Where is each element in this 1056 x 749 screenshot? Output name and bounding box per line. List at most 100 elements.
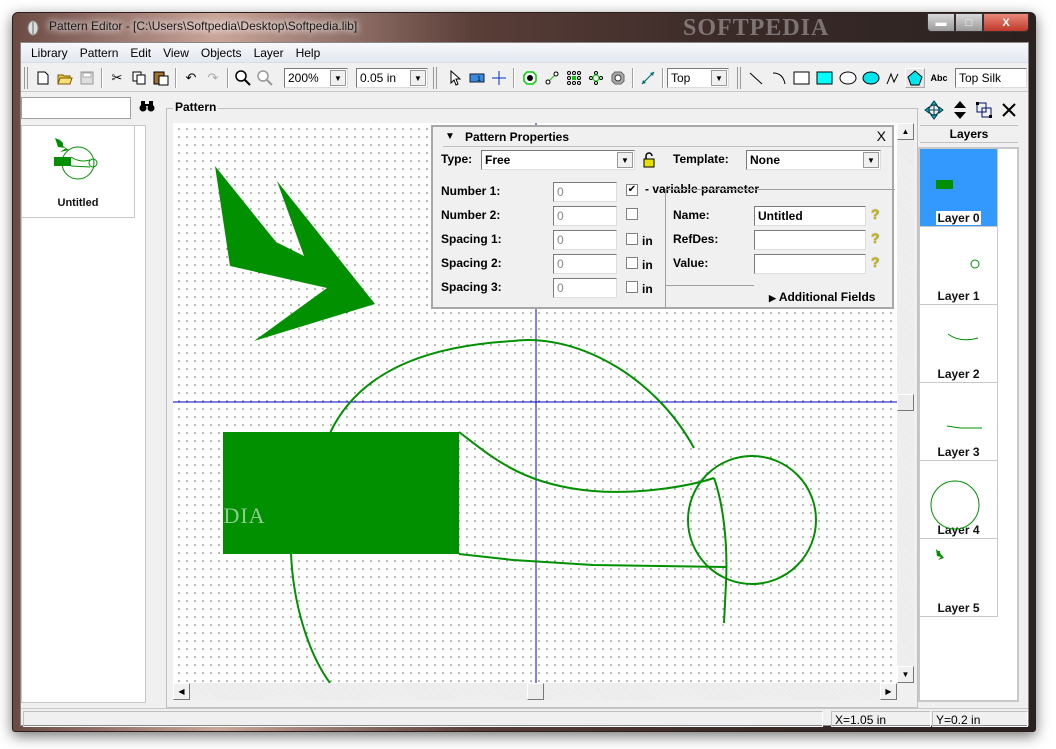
dimension-tool-button[interactable] [638,68,658,88]
big-arc[interactable] [329,339,695,449]
scroll-down-button[interactable]: ▼ [897,666,914,683]
template-select[interactable]: None ▼ [746,150,881,170]
pad-row-tool-button[interactable] [542,68,562,88]
chevron-down-icon[interactable]: ▼ [863,152,879,168]
pad-tool-button[interactable] [520,68,540,88]
name-input[interactable]: Untitled [754,206,866,226]
layer-item[interactable]: Layer 4 [920,461,998,539]
maximize-button[interactable]: □ [955,13,983,32]
move-icon[interactable] [924,100,945,120]
spacing3-checkbox[interactable] [626,281,638,293]
additional-fields-toggle[interactable]: ▶ Additional Fields [769,290,875,304]
spacing2-input[interactable]: 0 [553,254,617,274]
spacing1-checkbox[interactable] [626,233,638,245]
horizontal-scrollbar[interactable]: ◀ ▶ [173,683,897,700]
number2-checkbox[interactable] [626,208,638,220]
layer-item[interactable]: Layer 0 [920,149,998,227]
rect-tool-button[interactable] [792,68,812,88]
cut-button[interactable]: ✂ [107,68,127,88]
scroll-left-button[interactable]: ◀ [173,683,190,700]
redo-button[interactable]: ↷ [203,68,223,88]
close-button[interactable]: X [983,13,1029,32]
layer-item[interactable]: Layer 3 [920,383,998,461]
arc-tool-button[interactable] [769,68,789,88]
scroll-right-button[interactable]: ▶ [880,683,897,700]
group-icon[interactable] [975,101,993,119]
upper-curve[interactable] [458,431,715,493]
menu-edit[interactable]: Edit [124,46,157,60]
filled-rectangle[interactable] [223,432,459,554]
copy-button[interactable] [129,68,149,88]
toolbar-grip[interactable] [737,67,741,89]
side-arc[interactable] [713,477,728,624]
filled-ellipse-tool-button[interactable] [861,68,881,88]
number2-input[interactable]: 0 [553,206,617,226]
menu-view[interactable]: View [157,46,195,60]
side-select[interactable]: Top ▼ [667,68,729,88]
type-select[interactable]: Free ▼ [481,150,635,170]
scroll-up-button[interactable]: ▲ [897,123,914,140]
minimize-button[interactable]: ▬ [927,13,955,32]
filled-rect-tool-button[interactable] [815,68,835,88]
chevron-down-icon[interactable]: ▼ [711,70,727,86]
zoom-out-button[interactable] [255,68,275,88]
menu-library[interactable]: Library [25,46,74,60]
line-tool-button[interactable] [746,68,766,88]
pad-array-tool-button[interactable] [564,68,584,88]
layer-item[interactable]: Layer 5 [920,539,998,617]
number1-checkbox[interactable]: ✔ [626,184,638,196]
horizontal-scroll-thumb[interactable] [527,683,544,700]
chevron-down-icon[interactable]: ▼ [617,152,633,168]
spacing1-input[interactable]: 0 [553,230,617,250]
big-arc-bottom[interactable] [290,552,331,683]
undo-button[interactable]: ↶ [181,68,201,88]
origin-tool-button[interactable] [489,68,509,88]
properties-close-button[interactable]: X [877,128,886,144]
small-circle[interactable] [687,455,817,585]
name-help-icon[interactable]: ? [871,206,880,222]
pad-circle-tool-button[interactable] [586,68,606,88]
vertical-scrollbar[interactable]: ▲ ▼ [897,123,914,683]
measure-tool-button[interactable]: 1 [467,68,487,88]
polygon-tool-button[interactable] [905,68,925,88]
vertical-scroll-thumb[interactable] [897,394,914,411]
select-tool-button[interactable] [445,68,465,88]
chevron-down-icon[interactable]: ▼ [410,70,426,86]
properties-header[interactable]: ▼ Pattern Properties [443,129,892,147]
pattern-item[interactable]: Untitled [22,126,135,218]
toolbar-grip[interactable] [433,67,437,89]
number1-input[interactable]: 0 [553,182,617,202]
pattern-search-input[interactable] [21,97,131,119]
paste-button[interactable] [151,68,171,88]
value-input[interactable] [754,254,866,274]
reorder-icon[interactable] [953,100,967,120]
toolbar-grip[interactable] [24,67,28,89]
arrow-polygon[interactable] [215,166,375,341]
grid-select[interactable]: 0.05 in ▼ [356,68,428,88]
delete-layer-icon[interactable] [1002,103,1016,117]
menu-help[interactable]: Help [290,46,327,60]
spacing2-checkbox[interactable] [626,257,638,269]
find-button[interactable] [139,99,155,116]
open-button[interactable] [55,68,75,88]
layer-item[interactable]: Layer 2 [920,305,998,383]
layer-item[interactable]: Layer 1 [920,227,998,305]
menu-objects[interactable]: Objects [195,46,248,60]
new-button[interactable] [33,68,53,88]
collapse-icon[interactable]: ▼ [445,131,455,142]
zoom-select[interactable]: 200% ▼ [284,68,348,88]
menu-layer[interactable]: Layer [248,46,290,60]
text-tool-button[interactable]: Abc [927,68,951,88]
ellipse-tool-button[interactable] [838,68,858,88]
layer-select[interactable]: Top Silk [955,68,1027,88]
title-bar[interactable]: Pattern Editor - [C:\Users\Softpedia\Des… [13,13,1035,42]
refdes-input[interactable] [754,230,866,250]
spacing3-input[interactable]: 0 [553,278,617,298]
save-button[interactable] [77,68,97,88]
chevron-down-icon[interactable]: ▼ [330,70,346,86]
value-help-icon[interactable]: ? [871,254,880,270]
lower-line[interactable] [458,553,727,568]
zoom-in-button[interactable] [233,68,253,88]
menu-pattern[interactable]: Pattern [74,46,125,60]
lock-icon[interactable] [643,152,655,168]
